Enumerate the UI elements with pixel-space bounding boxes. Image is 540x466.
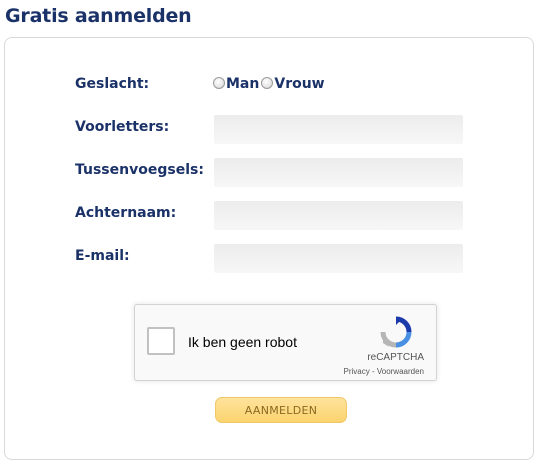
radio-man[interactable] xyxy=(213,77,225,89)
gender-option-man[interactable]: Man xyxy=(213,76,259,92)
radio-vrouw-label[interactable]: Vrouw xyxy=(274,76,324,92)
recaptcha-label: Ik ben geen robot xyxy=(188,334,297,350)
surname-label: Achternaam: xyxy=(75,205,177,221)
gender-option-vrouw[interactable]: Vrouw xyxy=(261,76,325,92)
surname-input[interactable] xyxy=(214,201,463,230)
email-input[interactable] xyxy=(214,244,463,273)
terms-link[interactable]: Voorwaarden xyxy=(377,367,424,376)
registration-form-card: Geslacht: Man Vrouw Voorletters: Tussenv… xyxy=(4,37,534,460)
links-separator: - xyxy=(369,367,377,376)
gender-radio-group: Man Vrouw xyxy=(213,76,327,92)
page-title: Gratis aanmelden xyxy=(5,5,192,27)
radio-man-label[interactable]: Man xyxy=(226,76,259,92)
recaptcha-links: Privacy - Voorwaarden xyxy=(344,367,425,376)
gender-label: Geslacht: xyxy=(75,76,150,92)
register-button[interactable]: AANMELDEN xyxy=(215,397,347,423)
recaptcha-brand: reCAPTCHA xyxy=(367,352,424,363)
email-label: E-mail: xyxy=(75,248,130,264)
infix-input[interactable] xyxy=(214,158,463,187)
recaptcha-widget: Ik ben geen robot reCAPTCHA Privacy - Vo… xyxy=(134,304,437,381)
recaptcha-checkbox[interactable] xyxy=(147,327,175,355)
infix-label: Tussenvoegsels: xyxy=(75,162,204,178)
recaptcha-logo-icon xyxy=(380,316,412,348)
radio-vrouw[interactable] xyxy=(261,77,274,89)
initials-label: Voorletters: xyxy=(75,119,170,135)
privacy-link[interactable]: Privacy xyxy=(344,367,370,376)
initials-input[interactable] xyxy=(214,115,463,144)
